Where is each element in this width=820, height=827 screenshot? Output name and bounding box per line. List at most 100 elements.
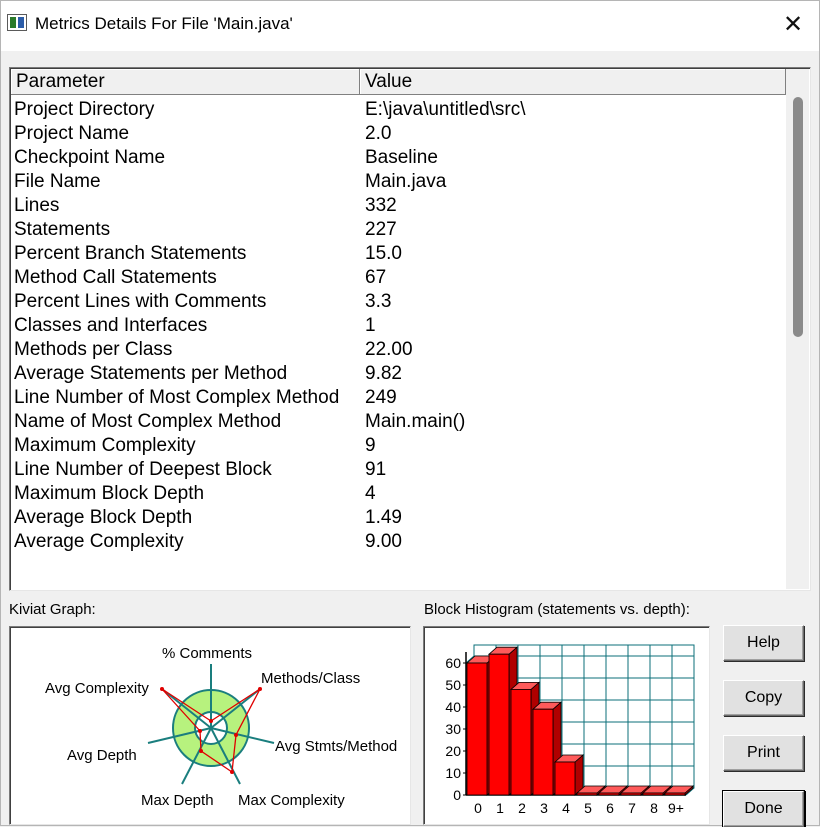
x-tick-label: 9+ [668,800,684,816]
table-row[interactable]: Maximum Complexity 9 [14,434,784,458]
help-button[interactable]: Help [723,625,804,661]
close-button[interactable]: ✕ [773,5,813,45]
value-cell: 9 [365,435,376,456]
table-row[interactable]: Percent Lines with Comments 3.3 [14,290,784,314]
value-cell: 9.82 [365,363,402,384]
table-row[interactable]: Line Number of Most Complex Method 249 [14,386,784,410]
column-header-parameter[interactable]: Parameter [11,69,360,95]
axis-label-max-depth: Max Depth [141,792,214,809]
table-row[interactable]: Average Block Depth 1.49 [14,506,784,530]
table-row[interactable]: Name of Most Complex Method Main.main() [14,410,784,434]
kiviat-label: Kiviat Graph: [9,601,96,618]
table-row[interactable]: Classes and Interfaces 1 [14,314,784,338]
value-cell: 22.00 [365,339,413,360]
window-title: Metrics Details For File 'Main.java' [35,14,293,33]
vertical-scrollbar[interactable] [786,69,809,589]
parameter-cell: Name of Most Complex Method [14,411,282,432]
x-tick-label: 8 [650,800,658,816]
parameter-cell: Percent Lines with Comments [14,291,267,312]
value-cell: 2.0 [365,123,392,144]
value-cell: Main.main() [365,411,466,432]
parameter-cell: Maximum Block Depth [14,483,205,504]
parameter-cell: Line Number of Deepest Block [14,459,272,480]
value-cell: 9.00 [365,531,402,552]
x-tick-label: 2 [518,800,526,816]
y-tick-label: 50 [445,677,461,693]
x-tick-label: 3 [540,800,548,816]
value-cell: 67 [365,267,387,288]
table-row[interactable]: Line Number of Deepest Block 91 [14,458,784,482]
histogram-bar [488,653,510,796]
parameter-cell: Average Statements per Method [14,363,288,384]
axis-label-avg-complexity: Avg Complexity [45,680,149,697]
x-tick-label: 7 [628,800,636,816]
profile-point [230,770,234,774]
value-cell: 249 [365,387,397,408]
metrics-details-dialog: Metrics Details For File 'Main.java' ✕ P… [0,0,820,827]
table-row[interactable]: Statements 227 [14,218,784,242]
histogram-bar [598,792,620,796]
parameter-cell: Checkpoint Name [14,147,166,168]
axis-label-avg-depth: Avg Depth [67,747,137,764]
x-tick-label: 0 [474,800,482,816]
parameter-cell: Maximum Complexity [14,435,196,456]
table-row[interactable]: Checkpoint Name Baseline [14,146,784,170]
parameter-cell: Method Call Statements [14,267,217,288]
table-row[interactable]: Average Complexity 9.00 [14,530,784,554]
table-row[interactable]: File Name Main.java [14,170,784,194]
copy-button[interactable]: Copy [723,680,804,716]
table-row[interactable]: Project Directory E:\java\untitled\src\ [14,98,784,122]
scrollbar-thumb[interactable] [793,97,803,337]
value-cell: 332 [365,195,397,216]
block-histogram: 0 10 20 30 40 50 60 0 1 2 3 4 5 6 7 8 9+ [423,626,710,825]
table-row[interactable]: Average Statements per Method 9.82 [14,362,784,386]
table-body: Project Directory E:\java\untitled\src\ Pr… [14,98,784,554]
print-button[interactable]: Print [723,735,804,771]
profile-point [258,687,262,691]
x-tick-label: 5 [584,800,592,816]
table-row[interactable]: Methods per Class 22.00 [14,338,784,362]
column-header-value[interactable]: Value [360,69,786,95]
table-header: Parameter Value [11,69,786,95]
histogram-bar [642,792,664,796]
axis-label-comments: % Comments [162,645,252,662]
y-tick-label: 20 [445,743,461,759]
table-row[interactable]: Lines 332 [14,194,784,218]
value-cell: 4 [365,483,376,504]
app-icon [7,14,27,31]
histogram-bar [510,689,532,796]
profile-point [160,687,164,691]
parameter-cell: Percent Branch Statements [14,243,247,264]
histogram-bar [466,662,488,796]
profile-point [209,719,213,723]
table-row[interactable]: Project Name 2.0 [14,122,784,146]
value-cell: 227 [365,219,397,240]
title-bar: Metrics Details For File 'Main.java' ✕ [1,1,819,51]
histogram-svg: 01020304050600 1 2 3 4 5 6 7 8 9+ [445,644,695,816]
parameter-cell: Lines [14,195,60,216]
y-tick-label: 0 [453,787,461,803]
profile-point [198,729,202,733]
histogram-bar [664,792,686,796]
value-cell: 1 [365,315,376,336]
parameter-cell: Methods per Class [14,339,173,360]
x-tick-label: 6 [606,800,614,816]
profile-point [199,749,203,753]
histogram-bar [532,708,554,796]
parameter-cell: Average Complexity [14,531,184,552]
value-cell: 15.0 [365,243,402,264]
table-row[interactable]: Maximum Block Depth 4 [14,482,784,506]
histogram-label: Block Histogram (statements vs. depth): [424,601,690,618]
value-cell: 1.49 [365,507,402,528]
profile-point [234,733,238,737]
table-row[interactable]: Percent Branch Statements 15.0 [14,242,784,266]
y-tick-label: 30 [445,721,461,737]
value-cell: 91 [365,459,387,480]
parameter-cell: Statements [14,219,111,240]
done-button[interactable]: Done [723,791,804,827]
metrics-table: Parameter Value Project Directory E:\java… [9,67,811,591]
axis-label-max-complexity: Max Complexity [238,792,345,809]
table-row[interactable]: Method Call Statements 67 [14,266,784,290]
parameter-cell: Project Directory [14,99,155,120]
axis-label-methods-class: Methods/Class [261,670,360,687]
